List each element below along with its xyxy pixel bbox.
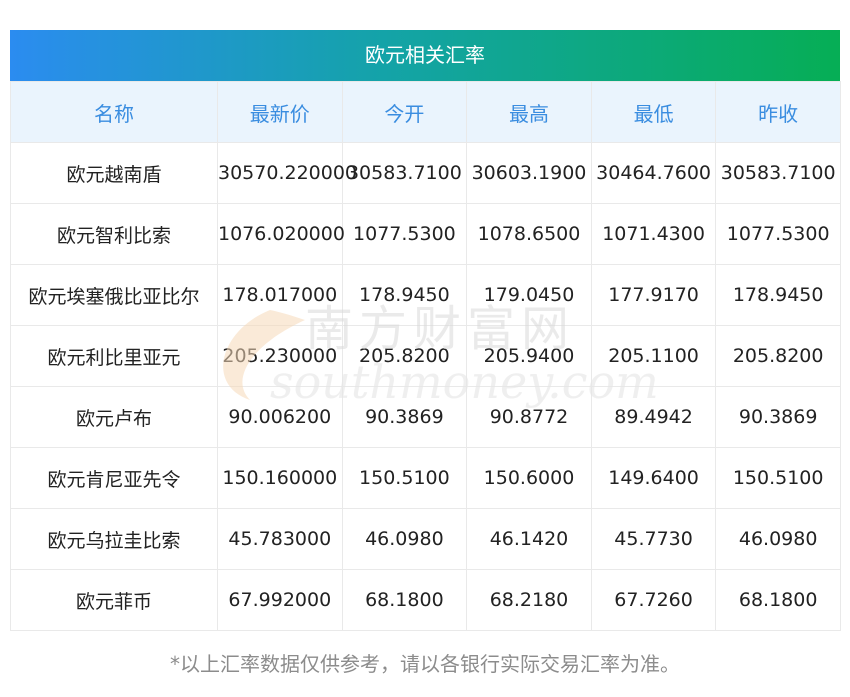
cell-prev-close: 150.5100	[715, 447, 841, 509]
cell-open: 178.9450	[341, 264, 468, 326]
cell-low: 205.1100	[590, 325, 717, 387]
cell-open: 90.3869	[341, 386, 468, 448]
cell-latest: 205.230000	[217, 325, 343, 387]
cell-prev-close: 30583.7100	[715, 142, 841, 204]
cell-high: 68.2180	[466, 569, 592, 631]
cell-low: 89.4942	[590, 386, 717, 448]
cell-latest: 45.783000	[217, 508, 343, 570]
cell-name: 欧元智利比索	[10, 203, 218, 265]
table-row: 欧元埃塞俄比亚比尔 178.017000 178.9450 179.0450 177.9…	[10, 264, 841, 326]
cell-open: 68.1800	[341, 569, 468, 631]
cell-high: 1078.6500	[466, 203, 592, 265]
cell-high: 179.0450	[466, 264, 592, 326]
cell-high: 46.1420	[466, 508, 592, 570]
cell-latest: 67.992000	[217, 569, 343, 631]
cell-prev-close: 46.0980	[715, 508, 841, 570]
cell-name: 欧元肯尼亚先令	[10, 447, 218, 509]
table-row: 欧元卢布 90.006200 90.3869 90.8772 89.4942 90.386…	[10, 386, 841, 448]
table-body: 欧元越南盾 30570.220000 30583.7100 30603.1900 304…	[10, 142, 841, 631]
cell-high: 30603.1900	[466, 142, 592, 204]
cell-prev-close: 178.9450	[715, 264, 841, 326]
cell-name: 欧元卢布	[10, 386, 218, 448]
cell-latest: 30570.220000	[217, 142, 357, 204]
cell-latest: 178.017000	[217, 264, 343, 326]
cell-latest: 90.006200	[217, 386, 343, 448]
cell-prev-close: 90.3869	[715, 386, 841, 448]
cell-name: 欧元埃塞俄比亚比尔	[10, 264, 218, 326]
cell-prev-close: 205.8200	[715, 325, 841, 387]
cell-open: 205.8200	[341, 325, 468, 387]
cell-high: 90.8772	[466, 386, 592, 448]
cell-low: 177.9170	[590, 264, 717, 326]
cell-low: 1071.4300	[590, 203, 717, 265]
header-name: 名称	[10, 81, 218, 143]
cell-low: 149.6400	[590, 447, 717, 509]
cell-open: 46.0980	[341, 508, 468, 570]
cell-high: 205.9400	[466, 325, 592, 387]
table-row: 欧元菲币 67.992000 68.1800 68.2180 67.7260 68.180…	[10, 569, 841, 631]
header-prev-close: 昨收	[715, 81, 841, 143]
cell-name: 欧元越南盾	[10, 142, 218, 204]
header-low: 最低	[590, 81, 717, 143]
cell-prev-close: 68.1800	[715, 569, 841, 631]
cell-low: 30464.7600	[590, 142, 717, 204]
header-latest: 最新价	[217, 81, 343, 143]
table-row: 欧元乌拉圭比索 45.783000 46.0980 46.1420 45.7730 46.…	[10, 508, 841, 570]
table-row: 欧元肯尼亚先令 150.160000 150.5100 150.6000 149.640…	[10, 447, 841, 509]
header-row: 名称 最新价 今开 最高 最低 昨收	[10, 81, 841, 143]
header-high: 最高	[466, 81, 592, 143]
cell-open: 1077.5300	[341, 203, 468, 265]
cell-name: 欧元菲币	[10, 569, 218, 631]
cell-low: 45.7730	[590, 508, 717, 570]
cell-latest: 150.160000	[217, 447, 343, 509]
cell-open: 150.5100	[341, 447, 468, 509]
cell-name: 欧元乌拉圭比索	[10, 508, 218, 570]
exchange-rate-table: 名称 最新价 今开 最高 最低 昨收 欧元越南盾 30570.220000 3058…	[10, 81, 841, 631]
table-row: 欧元越南盾 30570.220000 30583.7100 30603.1900 304…	[10, 142, 841, 204]
table-title: 欧元相关汇率	[10, 30, 840, 81]
header-open: 今开	[341, 81, 468, 143]
cell-low: 67.7260	[590, 569, 717, 631]
disclaimer-footnote: *以上汇率数据仅供参考，请以各银行实际交易汇率为准。	[170, 652, 680, 676]
cell-name: 欧元利比里亚元	[10, 325, 218, 387]
cell-prev-close: 1077.5300	[715, 203, 841, 265]
table-row: 欧元智利比索 1076.020000 1077.5300 1078.6500 1071.…	[10, 203, 841, 265]
cell-latest: 1076.020000	[217, 203, 345, 265]
cell-open: 30583.7100	[341, 142, 468, 204]
cell-high: 150.6000	[466, 447, 592, 509]
table-row: 欧元利比里亚元 205.230000 205.8200 205.9400 205.110…	[10, 325, 841, 387]
